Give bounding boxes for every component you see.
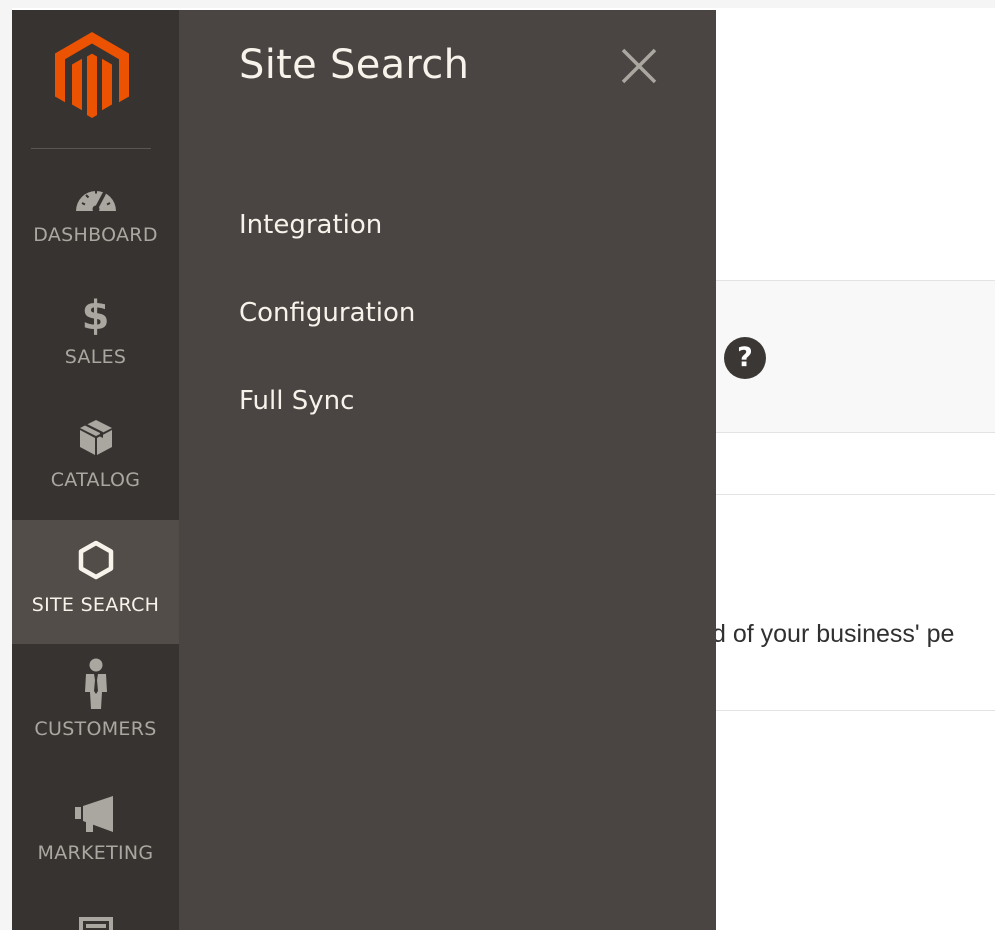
logo-divider [31, 148, 151, 149]
close-icon [621, 48, 657, 84]
submenu-item-full-sync[interactable]: Full Sync [239, 386, 354, 416]
admin-page: ? d of your business' pe DASHBOARD $ SAL… [0, 0, 995, 930]
dollar-icon: $ [81, 293, 110, 339]
person-icon [12, 658, 179, 710]
megaphone-icon [12, 794, 179, 834]
nav-item-label: CUSTOMERS [34, 718, 157, 740]
close-button[interactable] [619, 46, 659, 86]
hexagon-icon [12, 540, 179, 580]
help-icon[interactable]: ? [724, 337, 766, 379]
admin-sidebar-nav: DASHBOARD $ SALES CATALOG SITE SEARCH CU… [12, 10, 179, 930]
nav-item-content[interactable] [12, 892, 179, 930]
magento-logo[interactable] [55, 32, 129, 118]
dashboard-icon [12, 178, 179, 218]
site-search-submenu: Site Search Integration Configuration Fu… [179, 10, 716, 930]
nav-item-label: SITE SEARCH [31, 594, 160, 616]
nav-item-label: DASHBOARD [33, 224, 158, 246]
nav-item-site-search[interactable]: SITE SEARCH [12, 520, 179, 644]
magento-logo-icon [55, 32, 129, 118]
submenu-item-configuration[interactable]: Configuration [239, 298, 415, 328]
nav-item-marketing[interactable]: MARKETING [12, 768, 179, 892]
nav-item-dashboard[interactable]: DASHBOARD [12, 150, 179, 274]
nav-item-catalog[interactable]: CATALOG [12, 395, 179, 519]
nav-item-customers[interactable]: CUSTOMERS [12, 644, 179, 768]
nav-item-label: SALES [64, 346, 127, 368]
box-icon [12, 417, 179, 457]
nav-item-label: CATALOG [50, 469, 141, 491]
content-icon [12, 912, 179, 930]
content-description-text: d of your business' pe [712, 620, 955, 648]
submenu-title: Site Search [239, 42, 470, 88]
submenu-item-integration[interactable]: Integration [239, 210, 382, 240]
nav-item-sales[interactable]: $ SALES [12, 278, 179, 402]
nav-item-label: MARKETING [37, 842, 154, 864]
